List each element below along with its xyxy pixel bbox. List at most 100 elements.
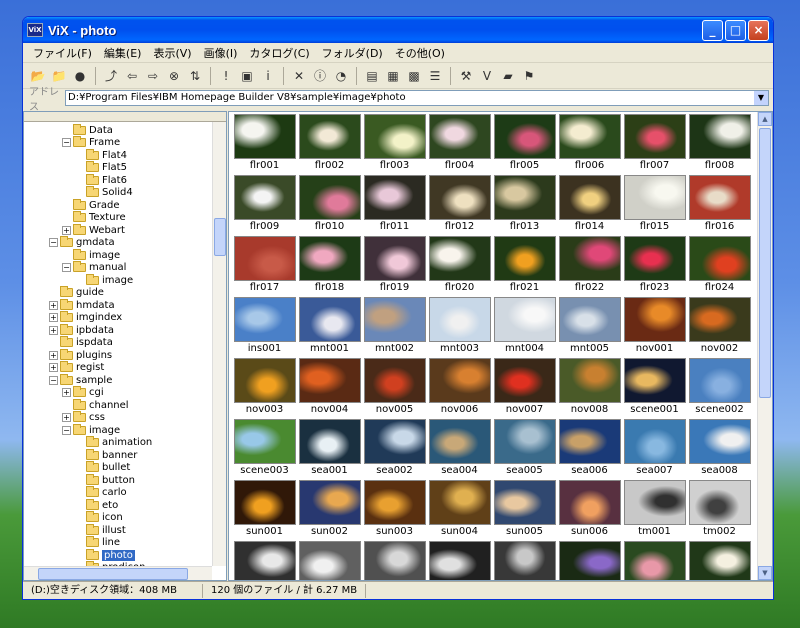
address-dropdown-icon[interactable]: ▼ xyxy=(754,91,768,105)
tree-item-Texture[interactable]: Texture xyxy=(24,211,212,225)
thumbnail-image[interactable] xyxy=(493,114,556,159)
tree-horizontal-scrollbar[interactable] xyxy=(24,566,212,580)
thumbnail-image[interactable] xyxy=(558,358,621,403)
thumbnail-item[interactable]: sun005 xyxy=(492,480,557,541)
thumbnail-image[interactable] xyxy=(298,419,361,464)
thumbnail-image[interactable] xyxy=(298,297,361,342)
folder-up-icon[interactable]: ⤴ xyxy=(102,67,120,85)
expand-icon[interactable]: + xyxy=(49,313,58,323)
tree-item-channel[interactable]: channel xyxy=(24,398,212,412)
thumbnail-item[interactable]: scene001 xyxy=(622,358,687,419)
thumbnail-image[interactable] xyxy=(363,419,426,464)
thumbnail-image[interactable] xyxy=(558,419,621,464)
tree-item-banner[interactable]: banner xyxy=(24,448,212,462)
thumbnail-item[interactable]: flr021 xyxy=(492,236,557,297)
thumbnail-image[interactable] xyxy=(623,419,686,464)
menu-item[interactable]: カタログ(C) xyxy=(243,45,315,61)
thumbnail-item[interactable]: nov002 xyxy=(687,297,752,358)
thumbnail-image[interactable] xyxy=(493,175,556,220)
expand-icon[interactable]: + xyxy=(49,350,58,360)
thumbnail-item[interactable]: flr010 xyxy=(297,175,362,236)
thumbnail-image[interactable] xyxy=(233,541,296,580)
tree-item-Webart[interactable]: + Webart xyxy=(24,223,212,237)
scroll-up-icon[interactable]: ▲ xyxy=(758,112,772,126)
tree-item-animation[interactable]: animation xyxy=(24,436,212,450)
thumbnail-image[interactable] xyxy=(493,297,556,342)
folder-tree[interactable]: Data − Frame Flat4 Flat5 Flat6 Solid4 Grade Text… xyxy=(23,111,227,581)
thumbnail-item[interactable]: sea004 xyxy=(427,419,492,480)
thumbnail-image[interactable] xyxy=(363,541,426,580)
thumbnail-item[interactable]: flr012 xyxy=(427,175,492,236)
thumbnail-image[interactable] xyxy=(558,236,621,281)
thumbnail-image[interactable] xyxy=(623,297,686,342)
slideshow-icon[interactable]: ▣ xyxy=(238,67,256,85)
tree-item-css[interactable]: + css xyxy=(24,411,212,425)
thumbnail-image[interactable] xyxy=(623,480,686,525)
thumbnail-item[interactable]: sun003 xyxy=(362,480,427,541)
tree-vertical-scrollbar[interactable] xyxy=(212,122,226,566)
tree-item-imgindex[interactable]: + imgindex xyxy=(24,311,212,325)
thumbnail-image[interactable] xyxy=(688,358,751,403)
thumbnail-item[interactable]: flr007 xyxy=(622,114,687,175)
thumbnail-image[interactable] xyxy=(363,175,426,220)
tree-item-bullet[interactable]: bullet xyxy=(24,461,212,475)
thumbnail-item[interactable]: mnt001 xyxy=(297,297,362,358)
thumbnail-item[interactable]: flr008 xyxy=(687,114,752,175)
delete-icon[interactable]: ✕ xyxy=(290,67,308,85)
thumbnail-image[interactable] xyxy=(558,541,621,580)
thumbnail-item[interactable]: nov006 xyxy=(427,358,492,419)
thumbnail-item[interactable]: sun006 xyxy=(557,480,622,541)
expand-icon[interactable]: + xyxy=(62,413,71,423)
thumbnail-item[interactable]: tm005 xyxy=(362,541,427,580)
thumbnail-item[interactable]: v4-001 xyxy=(557,541,622,580)
thumbnail-item[interactable]: flr016 xyxy=(687,175,752,236)
sort-icon[interactable]: ⇅ xyxy=(186,67,204,85)
thumbnail-item[interactable]: sun004 xyxy=(427,480,492,541)
thumbnail-image[interactable] xyxy=(233,419,296,464)
thumbnail-image[interactable] xyxy=(363,236,426,281)
thumbnail-image[interactable] xyxy=(688,297,751,342)
record-icon[interactable]: ● xyxy=(71,67,89,85)
thumbnail-image[interactable] xyxy=(298,236,361,281)
expand-icon[interactable]: + xyxy=(62,225,71,235)
menu-item[interactable]: フォルダ(D) xyxy=(316,45,389,61)
thumbnail-item[interactable]: tm001 xyxy=(622,480,687,541)
thumbnail-image[interactable] xyxy=(493,236,556,281)
thumbnail-image[interactable] xyxy=(298,541,361,580)
thumbnail-image[interactable] xyxy=(558,114,621,159)
grid-icon[interactable]: ▦ xyxy=(384,67,402,85)
thumbnail-item[interactable]: tm003 xyxy=(232,541,297,580)
thumbnail-image[interactable] xyxy=(363,480,426,525)
thumbnail-image[interactable] xyxy=(558,175,621,220)
thumbnail-item[interactable]: flr013 xyxy=(492,175,557,236)
menu-item[interactable]: 画像(I) xyxy=(198,45,244,61)
thumbnail-item[interactable]: ins001 xyxy=(232,297,297,358)
thumbnail-image[interactable] xyxy=(298,358,361,403)
thumbnail-image[interactable] xyxy=(493,541,556,580)
forward-icon[interactable]: ⇨ xyxy=(144,67,162,85)
save-icon[interactable]: 📁 xyxy=(50,67,68,85)
thumbnail-item[interactable]: flr005 xyxy=(492,114,557,175)
thumbnail-image[interactable] xyxy=(493,480,556,525)
collapse-icon[interactable]: − xyxy=(49,238,58,248)
thumbnail-item[interactable]: tm006 xyxy=(427,541,492,580)
expand-icon[interactable]: + xyxy=(49,300,58,310)
expand-icon[interactable]: + xyxy=(62,388,71,398)
thumbnail-image[interactable] xyxy=(428,175,491,220)
collapse-icon[interactable]: − xyxy=(62,138,71,148)
collapse-icon[interactable]: − xyxy=(49,375,58,385)
thumbnail-item[interactable]: mnt005 xyxy=(557,297,622,358)
tools-icon[interactable]: ⚒ xyxy=(457,67,475,85)
thumbnail-item[interactable]: nov005 xyxy=(362,358,427,419)
maximize-button[interactable]: □ xyxy=(725,19,746,41)
close-button[interactable]: × xyxy=(748,19,769,41)
tree-item-sample[interactable]: − sample xyxy=(24,373,212,387)
thumbnail-item[interactable]: flr002 xyxy=(297,114,362,175)
tree-item-Data[interactable]: Data xyxy=(24,123,212,137)
alert-icon[interactable]: ! xyxy=(217,67,235,85)
thumbnail-image[interactable] xyxy=(363,358,426,403)
thumbnail-image[interactable] xyxy=(428,297,491,342)
thumbnail-image[interactable] xyxy=(233,358,296,403)
thumbnail-image[interactable] xyxy=(493,358,556,403)
tree-item-button[interactable]: button xyxy=(24,473,212,487)
